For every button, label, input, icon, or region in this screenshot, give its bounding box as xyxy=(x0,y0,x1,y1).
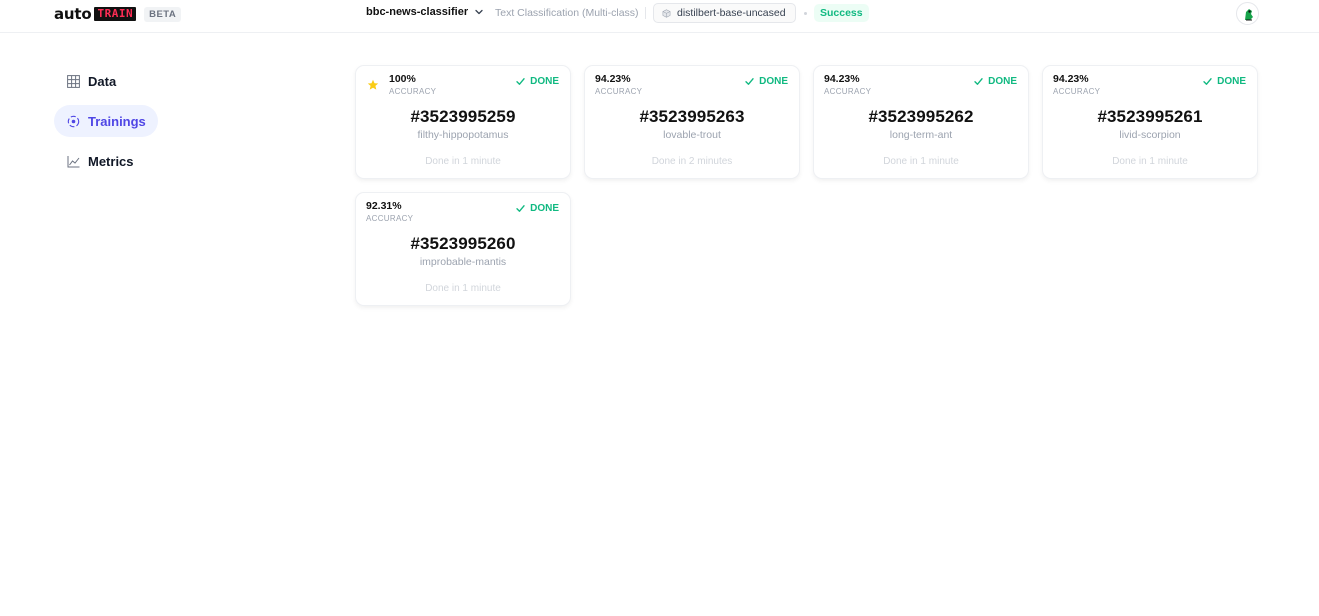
check-icon xyxy=(1203,78,1212,85)
accuracy-label: ACCURACY xyxy=(595,87,643,96)
separator-dot xyxy=(804,12,807,15)
divider xyxy=(645,7,646,19)
done-status: DONE xyxy=(1203,76,1246,87)
accuracy-label: ACCURACY xyxy=(1053,87,1101,96)
done-status: DONE xyxy=(516,203,559,214)
sidebar-item-label: Data xyxy=(88,73,117,89)
sidebar-item-label: Trainings xyxy=(88,113,146,129)
chevron-down-icon xyxy=(475,9,483,15)
training-card[interactable]: 92.31% ACCURACY DONE #3523995260 improba… xyxy=(355,192,571,306)
accuracy-label: ACCURACY xyxy=(389,87,437,96)
done-status: DONE xyxy=(745,76,788,87)
project-name: bbc-news-classifier xyxy=(366,6,469,18)
project-selector[interactable]: bbc-news-classifier xyxy=(366,6,484,18)
target-icon xyxy=(67,115,80,128)
run-duration: Done in 1 minute xyxy=(425,283,501,294)
run-id: #3523995261 xyxy=(1097,107,1203,126)
run-name: lovable-trout xyxy=(663,129,721,141)
done-label: DONE xyxy=(759,76,788,87)
done-status: DONE xyxy=(974,76,1017,87)
status-badge: Success xyxy=(814,4,869,22)
run-name: livid-scorpion xyxy=(1119,129,1181,141)
autotrain-logo[interactable]: auto TRAIN BETA xyxy=(54,5,182,23)
done-label: DONE xyxy=(530,76,559,87)
cube-icon xyxy=(662,8,671,18)
training-card[interactable]: 94.23% ACCURACY DONE #3523995262 long-te… xyxy=(813,65,1029,179)
run-id: #3523995259 xyxy=(410,107,516,126)
chart-line-icon xyxy=(67,155,80,168)
run-duration: Done in 1 minute xyxy=(1112,156,1188,167)
training-card[interactable]: 100% ACCURACY DONE #3523995259 filthy-hi… xyxy=(355,65,571,179)
done-status: DONE xyxy=(516,76,559,87)
top-bar: auto TRAIN BETA bbc-news-classifier Text… xyxy=(0,0,1319,33)
accuracy-value: 94.23% xyxy=(824,73,860,85)
done-label: DONE xyxy=(1217,76,1246,87)
run-id: #3523995262 xyxy=(868,107,974,126)
run-name: filthy-hippopotamus xyxy=(417,129,509,141)
model-name: distilbert-base-uncased xyxy=(677,7,786,19)
logo-auto-text: auto xyxy=(54,5,92,23)
sidebar-item-metrics[interactable]: Metrics xyxy=(54,145,154,177)
check-icon xyxy=(516,78,525,85)
run-id: #3523995263 xyxy=(639,107,745,126)
training-card[interactable]: 94.23% ACCURACY DONE #3523995261 livid-s… xyxy=(1042,65,1258,179)
run-duration: Done in 1 minute xyxy=(425,156,501,167)
check-icon xyxy=(516,205,525,212)
user-avatar[interactable] xyxy=(1236,2,1259,25)
star-icon xyxy=(367,79,379,90)
check-icon xyxy=(974,78,983,85)
run-id: #3523995260 xyxy=(410,234,516,253)
beta-badge: BETA xyxy=(144,6,182,22)
accuracy-value: 92.31% xyxy=(366,200,402,212)
task-type: Text Classification (Multi-class) xyxy=(495,7,639,19)
accuracy-value: 94.23% xyxy=(1053,73,1089,85)
logo-train-text: TRAIN xyxy=(94,7,137,21)
accuracy-label: ACCURACY xyxy=(824,87,872,96)
training-card[interactable]: 94.23% ACCURACY DONE #3523995263 lovable… xyxy=(584,65,800,179)
run-name: improbable-mantis xyxy=(419,256,507,268)
check-icon xyxy=(745,78,754,85)
sidebar-item-label: Metrics xyxy=(88,153,134,169)
sidebar-item-trainings[interactable]: Trainings xyxy=(54,105,158,137)
accuracy-label: ACCURACY xyxy=(366,214,414,223)
run-name: long-term-ant xyxy=(889,129,953,141)
done-label: DONE xyxy=(988,76,1017,87)
run-duration: Done in 1 minute xyxy=(883,156,959,167)
done-label: DONE xyxy=(530,203,559,214)
sidebar-item-data[interactable]: Data xyxy=(54,65,134,97)
avatar-image xyxy=(1237,3,1258,24)
grid-icon xyxy=(67,74,80,88)
accuracy-value: 100% xyxy=(389,73,416,85)
run-duration: Done in 2 minutes xyxy=(651,156,733,167)
accuracy-value: 94.23% xyxy=(595,73,631,85)
model-badge[interactable]: distilbert-base-uncased xyxy=(653,3,796,23)
